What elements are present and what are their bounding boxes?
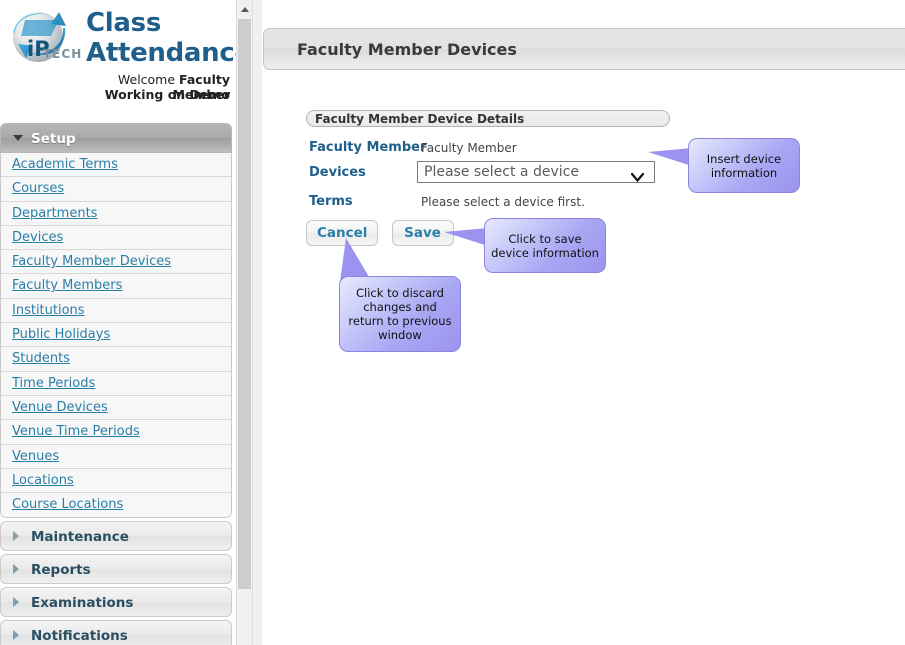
sidebar-item-course-locations-link[interactable]: Course Locations — [12, 497, 123, 512]
chevron-right-icon — [13, 531, 19, 542]
sidebar-group-setup-body: Academic Terms Courses Departments Devic… — [0, 153, 232, 519]
sidebar-item-public-holidays-link[interactable]: Public Holidays — [12, 327, 110, 342]
callout-cancel-discard-changes: Click to discard changes and return to p… — [339, 276, 461, 352]
form-button-row: Cancel Save — [306, 220, 463, 246]
sidebar-item-students-link[interactable]: Students — [12, 351, 70, 366]
form-row-devices: Devices Please select a device — [306, 161, 905, 189]
sidebar-group-maintenance[interactable]: Maintenance — [0, 521, 232, 552]
callout-insert-device-information: Insert device information — [688, 138, 800, 193]
sidebar-item-venues-link[interactable]: Venues — [12, 449, 59, 464]
devices-label: Devices — [309, 165, 366, 180]
svg-text:TECH: TECH — [43, 47, 82, 61]
sidebar-group-notifications-label: Notifications — [31, 628, 128, 645]
sidebar-item-venue-time-periods[interactable]: Venue Time Periods — [1, 420, 231, 445]
sidebar-group-setup[interactable]: Setup — [0, 123, 232, 153]
form-row-terms: Terms Please select a device first. — [306, 190, 905, 214]
scrollbar-up-button[interactable] — [237, 0, 252, 18]
sidebar-group-examinations-label: Examinations — [31, 595, 134, 612]
scrollbar-gutter — [253, 0, 262, 645]
callout-save-device-information: Click to save device information — [484, 218, 606, 273]
sidebar-group-notifications[interactable]: Notifications — [0, 620, 232, 645]
welcome-prefix: Welcome — [117, 72, 180, 87]
sidebar-item-departments-link[interactable]: Departments — [12, 206, 97, 221]
sidebar-item-academic-terms[interactable]: Academic Terms — [1, 153, 231, 178]
fieldset-legend: Faculty Member Device Details — [306, 110, 670, 127]
chevron-right-icon — [13, 597, 19, 608]
chevron-right-icon — [13, 630, 19, 641]
brand-title-line1: Class — [86, 8, 161, 38]
chevron-right-icon — [13, 564, 19, 575]
faculty-member-value: Faculty Member — [421, 141, 517, 155]
sidebar-item-faculty-member-devices[interactable]: Faculty Member Devices — [1, 250, 231, 275]
faculty-member-label: Faculty Member — [309, 140, 427, 155]
sidebar-nav: Setup Academic Terms Courses Departments… — [0, 123, 232, 645]
main-content: Faculty Member Devices Faculty Member De… — [262, 0, 905, 645]
device-details-form: Faculty Member Device Details Faculty Me… — [306, 110, 905, 214]
terms-label: Terms — [309, 194, 353, 209]
sidebar-item-faculty-members[interactable]: Faculty Members — [1, 274, 231, 299]
sidebar-item-devices-link[interactable]: Devices — [12, 230, 63, 245]
sidebar-item-faculty-members-link[interactable]: Faculty Members — [12, 278, 122, 293]
sidebar-item-institutions[interactable]: Institutions — [1, 298, 231, 324]
sidebar-item-public-holidays[interactable]: Public Holidays — [1, 323, 231, 348]
sidebar-item-courses[interactable]: Courses — [1, 177, 231, 202]
left-panel: iP TECH Class Attendance Welcome Faculty… — [0, 0, 236, 645]
page-brand-title: Class Attendance — [86, 8, 236, 68]
chevron-up-icon — [240, 7, 249, 12]
terms-value: Please select a device first. — [421, 195, 585, 209]
device-select[interactable]: Please select a device — [417, 161, 655, 183]
sidebar-item-time-periods-link[interactable]: Time Periods — [12, 376, 95, 391]
working-on-message: Working on Demo — [104, 87, 230, 102]
sidebar-item-academic-terms-link[interactable]: Academic Terms — [12, 157, 118, 172]
device-select-value: Please select a device — [424, 164, 579, 180]
sidebar-item-locations-link[interactable]: Locations — [12, 473, 74, 488]
callout-tail-save — [444, 228, 488, 246]
sidebar-item-venues[interactable]: Venues — [1, 444, 231, 469]
brand-title-line2: Attendance — [86, 38, 236, 68]
scrollbar-thumb[interactable] — [238, 19, 251, 589]
sidebar-group-setup-label: Setup — [31, 131, 76, 147]
sidebar-item-institutions-link[interactable]: Institutions — [12, 303, 85, 318]
chevron-down-icon — [630, 168, 645, 183]
vertical-scrollbar[interactable] — [236, 0, 253, 645]
sidebar-item-venue-devices-link[interactable]: Venue Devices — [12, 400, 108, 415]
chevron-down-icon — [13, 135, 23, 141]
sidebar-group-maintenance-label: Maintenance — [31, 529, 129, 546]
page-header-bar: Faculty Member Devices — [263, 28, 905, 70]
callout-tail-insert-device — [648, 148, 692, 166]
page-title: Faculty Member Devices — [297, 40, 517, 59]
sidebar-item-venue-devices[interactable]: Venue Devices — [1, 395, 231, 421]
sidebar-item-departments[interactable]: Departments — [1, 201, 231, 226]
brand-header: iP TECH Class Attendance Welcome Faculty… — [0, 0, 236, 110]
sidebar-group-examinations[interactable]: Examinations — [0, 587, 232, 618]
sidebar-item-courses-link[interactable]: Courses — [12, 181, 64, 196]
form-row-faculty-member: Faculty Member Faculty Member — [306, 136, 905, 160]
iptech-globe-logo-icon: iP TECH — [5, 6, 83, 70]
sidebar-item-locations[interactable]: Locations — [1, 468, 231, 494]
sidebar-item-faculty-member-devices-link[interactable]: Faculty Member Devices — [12, 254, 171, 269]
sidebar-item-venue-time-periods-link[interactable]: Venue Time Periods — [12, 424, 140, 439]
sidebar-group-reports[interactable]: Reports — [0, 554, 232, 585]
sidebar-item-students[interactable]: Students — [1, 347, 231, 372]
sidebar-group-reports-label: Reports — [31, 562, 91, 579]
sidebar-item-course-locations[interactable]: Course Locations — [1, 493, 231, 518]
sidebar-item-time-periods[interactable]: Time Periods — [1, 371, 231, 396]
sidebar-item-devices[interactable]: Devices — [1, 225, 231, 251]
